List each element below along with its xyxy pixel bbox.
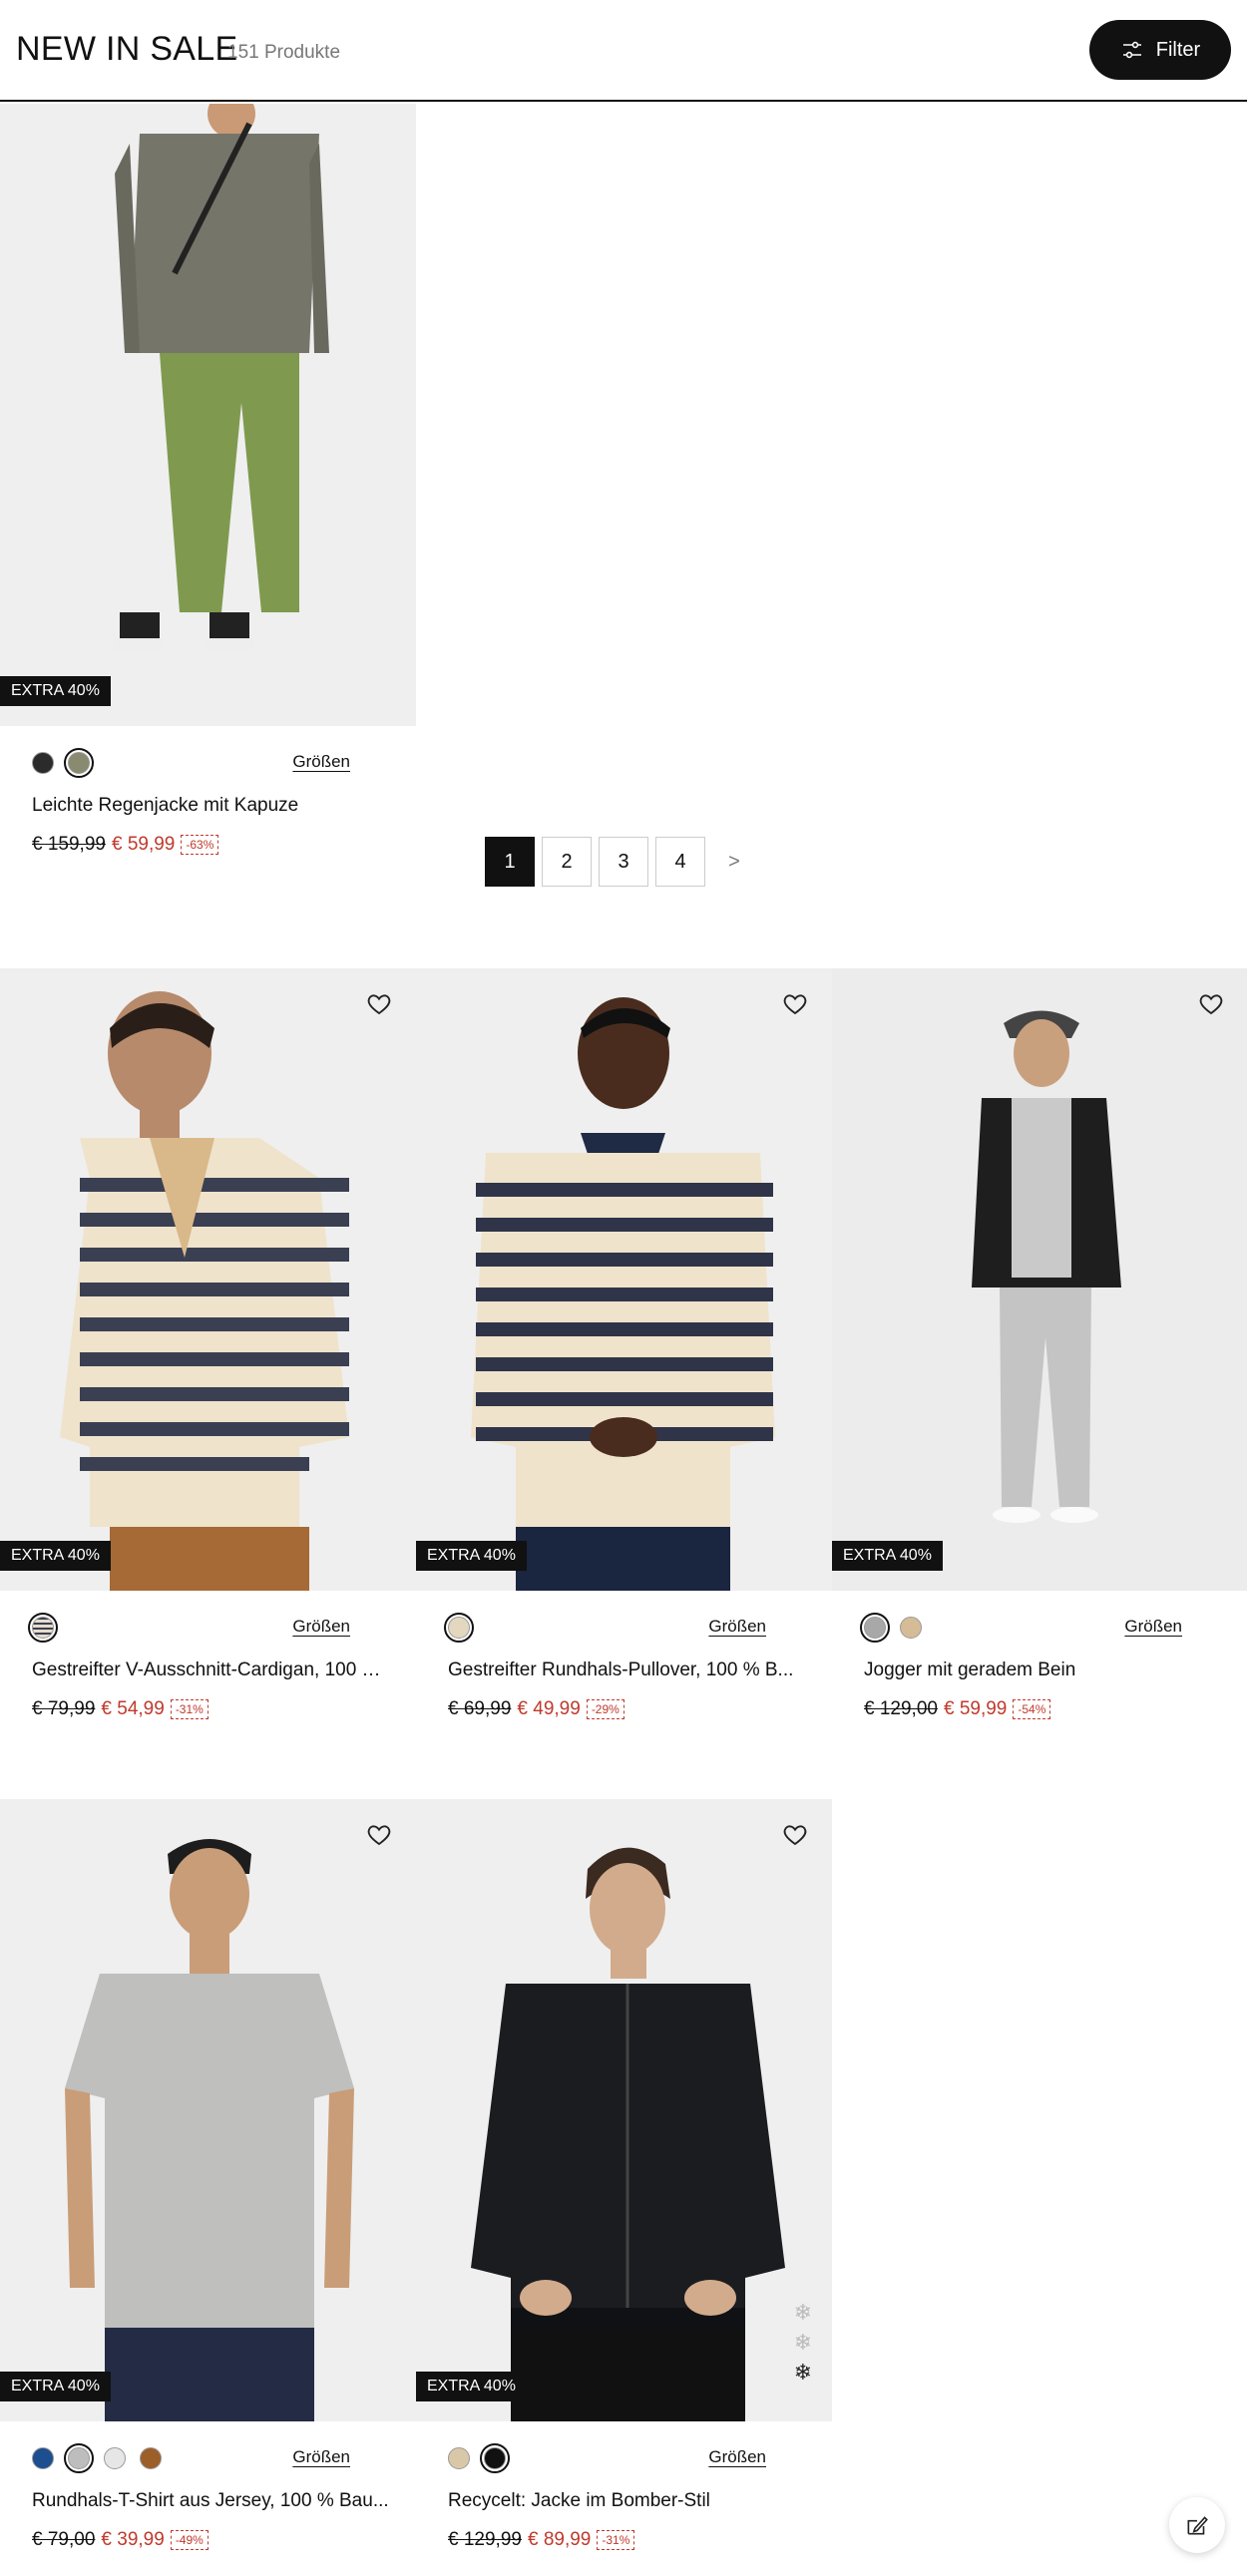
old-price: € 79,99 <box>32 1698 96 1719</box>
edit-icon <box>1187 2516 1208 2535</box>
sizes-link[interactable]: Größen <box>708 2447 766 2467</box>
product-name[interactable]: Rundhals-T-Shirt aus Jersey, 100 % Bau..… <box>32 2490 401 2512</box>
sale-price: € 54,99 <box>101 1698 165 1719</box>
product-image[interactable]: EXTRA 40% <box>416 968 832 1591</box>
page-3-button[interactable]: 3 <box>599 837 648 887</box>
price-row: € 69,99 € 49,99 -29% <box>448 1698 624 1720</box>
product-name[interactable]: Jogger mit geradem Bein <box>864 1659 1233 1681</box>
sizes-link[interactable]: Größen <box>1124 1617 1182 1637</box>
product-count: 151 Produkte <box>227 42 341 63</box>
filter-label: Filter <box>1155 38 1201 61</box>
pagination: 1 2 3 4 > <box>485 837 756 887</box>
sizes-link[interactable]: Größen <box>292 2447 350 2467</box>
promo-badge: EXTRA 40% <box>832 1541 943 1571</box>
snowflake-icon: ❄ <box>793 2330 812 2355</box>
promo-badge: EXTRA 40% <box>0 2372 111 2401</box>
heart-icon[interactable] <box>780 1819 810 1849</box>
product-photo <box>416 968 832 1591</box>
heart-icon[interactable] <box>1196 988 1226 1018</box>
price-row: € 79,00 € 39,99 -49% <box>32 2529 208 2551</box>
sale-price: € 49,99 <box>517 1698 581 1719</box>
price-row: € 129,99 € 89,99 -31% <box>448 2529 635 2551</box>
page-2-button[interactable]: 2 <box>542 837 592 887</box>
color-swatch[interactable] <box>900 1617 922 1639</box>
product-name[interactable]: Gestreifter Rundhals-Pullover, 100 % B..… <box>448 1659 817 1681</box>
product-image[interactable]: ❄ ❄ ❄ EXTRA 40% <box>416 1799 832 2421</box>
promo-badge: EXTRA 40% <box>0 676 111 706</box>
sizes-link[interactable]: Größen <box>708 1617 766 1637</box>
snowflake-icon: ❄ <box>793 2300 812 2325</box>
color-swatch[interactable] <box>28 1613 58 1643</box>
sizes-link[interactable]: Größen <box>292 752 350 772</box>
product-name[interactable]: Gestreifter V-Ausschnitt-Cardigan, 100 … <box>32 1659 401 1681</box>
color-swatch[interactable] <box>64 748 94 778</box>
promo-badge: EXTRA 40% <box>0 1541 111 1571</box>
product-name[interactable]: Recycelt: Jacke im Bomber-Stil <box>448 2490 817 2512</box>
sale-price: € 59,99 <box>943 1698 1008 1719</box>
product-image[interactable]: EXTRA 40% <box>0 1799 416 2421</box>
page-header: NEW IN SALE 151 Produkte Filter <box>0 0 1247 102</box>
promo-badge: EXTRA 40% <box>416 2372 527 2401</box>
old-price: € 159,99 <box>32 834 106 855</box>
feedback-button[interactable] <box>1169 2497 1225 2553</box>
discount-tag: -31% <box>597 2530 635 2550</box>
color-swatch[interactable] <box>104 2447 126 2469</box>
heart-icon[interactable] <box>780 988 810 1018</box>
price-row: € 159,99 € 59,99 -63% <box>32 834 219 856</box>
product-photo <box>416 1799 832 2421</box>
heart-icon[interactable] <box>364 1819 394 1849</box>
color-swatch[interactable] <box>64 2443 94 2473</box>
discount-tag: -31% <box>170 1699 208 1719</box>
discount-tag: -49% <box>170 2530 208 2550</box>
price-row: € 129,00 € 59,99 -54% <box>864 1698 1051 1720</box>
heart-icon[interactable] <box>364 988 394 1018</box>
sale-price: € 89,99 <box>527 2529 592 2550</box>
product-image[interactable]: EXTRA 40% <box>832 968 1247 1591</box>
product-photo <box>832 968 1247 1591</box>
color-swatch[interactable] <box>448 2447 470 2469</box>
sizes-link[interactable]: Größen <box>292 1617 350 1637</box>
old-price: € 69,99 <box>448 1698 512 1719</box>
color-swatches <box>860 1613 922 1643</box>
page-4-button[interactable]: 4 <box>655 837 705 887</box>
price-row: € 79,99 € 54,99 -31% <box>32 1698 208 1720</box>
color-swatches <box>32 748 94 778</box>
color-swatches <box>448 2443 510 2473</box>
sale-price: € 59,99 <box>111 834 176 855</box>
promo-badge: EXTRA 40% <box>416 1541 527 1571</box>
next-page-button[interactable]: > <box>712 837 756 887</box>
old-price: € 79,00 <box>32 2529 96 2550</box>
product-photo <box>0 968 416 1591</box>
filter-button[interactable]: Filter <box>1089 20 1231 80</box>
color-swatch[interactable] <box>480 2443 510 2473</box>
old-price: € 129,00 <box>864 1698 938 1719</box>
color-swatch[interactable] <box>860 1613 890 1643</box>
sliders-icon <box>1122 41 1141 59</box>
product-photo <box>0 104 416 726</box>
discount-tag: -54% <box>1013 1699 1051 1719</box>
page-title: NEW IN SALE <box>16 30 238 68</box>
color-swatch[interactable] <box>444 1613 474 1643</box>
color-swatch[interactable] <box>32 752 54 774</box>
color-swatches <box>444 1613 474 1643</box>
product-image[interactable]: EXTRA 40% <box>0 104 416 726</box>
old-price: € 129,99 <box>448 2529 522 2550</box>
discount-tag: -63% <box>181 835 219 855</box>
product-image[interactable]: EXTRA 40% <box>0 968 416 1591</box>
sale-price: € 39,99 <box>101 2529 165 2550</box>
page-1-button[interactable]: 1 <box>485 837 535 887</box>
snowflake-icon: ❄ <box>793 2360 812 2385</box>
discount-tag: -29% <box>586 1699 624 1719</box>
product-name[interactable]: Leichte Regenjacke mit Kapuze <box>32 795 401 817</box>
product-photo <box>0 1799 416 2421</box>
color-swatch[interactable] <box>140 2447 162 2469</box>
color-swatches <box>32 2443 162 2473</box>
color-swatches <box>28 1613 58 1643</box>
color-swatch[interactable] <box>32 2447 54 2469</box>
